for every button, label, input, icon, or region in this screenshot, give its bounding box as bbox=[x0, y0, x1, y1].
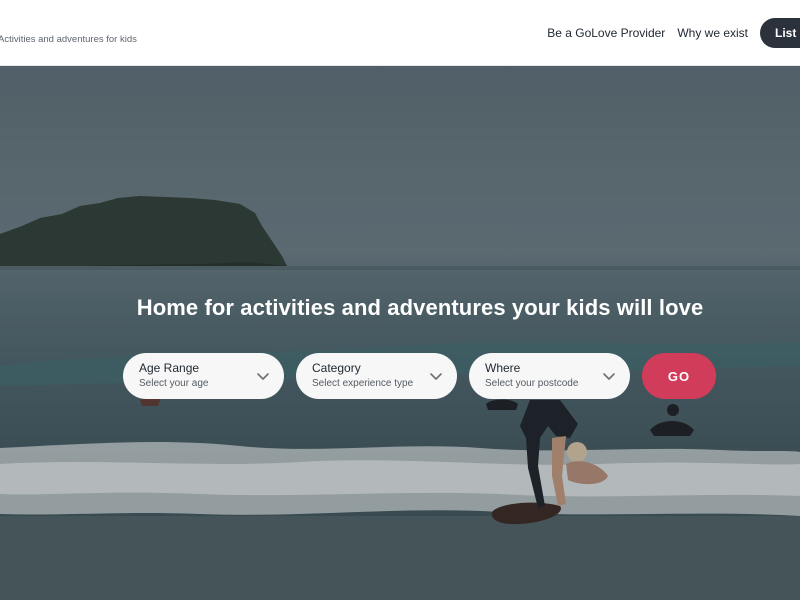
age-range-select[interactable]: Age Range Select your age bbox=[123, 353, 284, 399]
where-select[interactable]: Where Select your postcode bbox=[469, 353, 630, 399]
nav-why-link[interactable]: Why we exist bbox=[677, 26, 748, 40]
site-header: Activities and adventures for kids Be a … bbox=[0, 0, 800, 66]
site-tagline: Activities and adventures for kids bbox=[0, 34, 137, 45]
category-select[interactable]: Category Select experience type bbox=[296, 353, 457, 399]
activity-search-bar: Age Range Select your age Category Selec… bbox=[123, 353, 716, 399]
hero-section: Home for activities and adventures your … bbox=[0, 66, 800, 600]
go-button[interactable]: GO bbox=[642, 353, 716, 399]
nav-provider-link[interactable]: Be a GoLove Provider bbox=[547, 26, 665, 40]
hero-dim-overlay bbox=[0, 66, 800, 600]
chevron-down-icon bbox=[603, 373, 615, 380]
list-button[interactable]: List bbox=[760, 18, 800, 48]
top-nav: Be a GoLove Provider Why we exist List bbox=[547, 18, 800, 48]
chevron-down-icon bbox=[430, 373, 442, 380]
chevron-down-icon bbox=[257, 373, 269, 380]
hero-title: Home for activities and adventures your … bbox=[136, 295, 704, 320]
